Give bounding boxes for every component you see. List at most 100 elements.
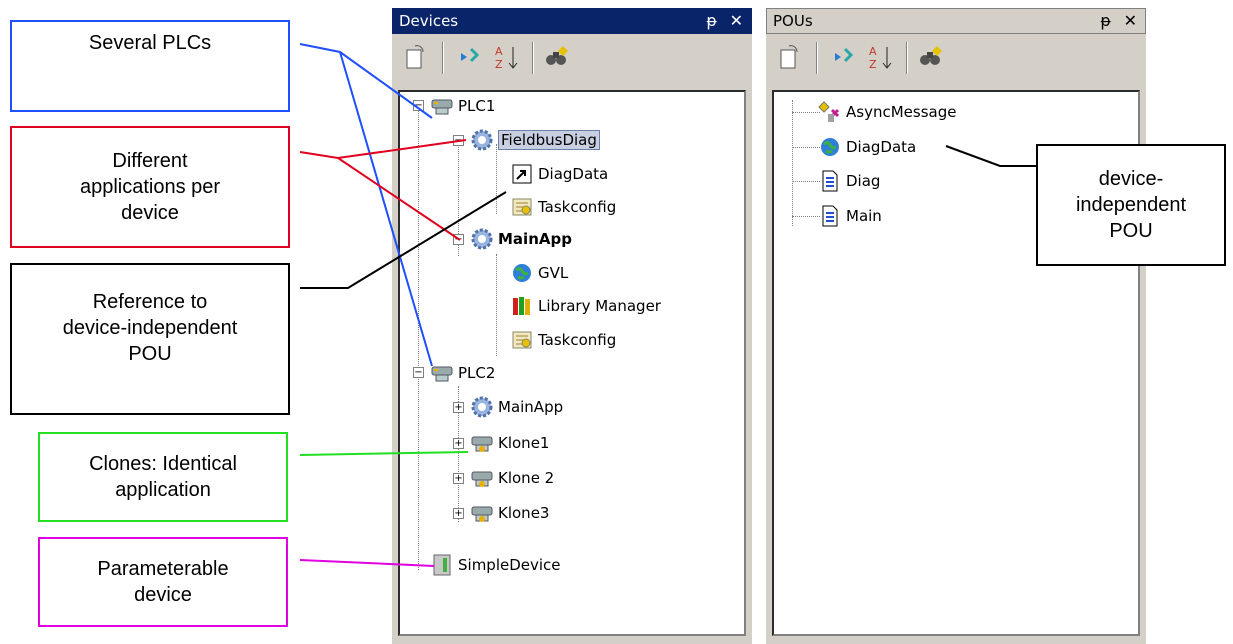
toolbar-separator — [442, 42, 444, 74]
devices-titlebar[interactable]: Devices ᵽ ✕ — [392, 8, 752, 34]
tree-node-label: MainApp — [498, 230, 572, 248]
tree-node-asyncmessage[interactable]: AsyncMessage — [818, 99, 956, 125]
callout-device-independent-pou: device- independent POU — [1036, 144, 1226, 266]
plc-clone-icon — [470, 466, 494, 490]
devices-title: Devices — [399, 12, 459, 30]
new-object-icon — [406, 45, 424, 69]
callout-parameterable-device-text: Parameterable device — [97, 558, 229, 606]
callout-clones-text: Clones: Identical application — [89, 453, 237, 501]
tree-node-mainapp-1[interactable]: MainApp — [470, 226, 572, 252]
collapse-mainapp[interactable]: − — [453, 234, 464, 245]
taskconfig-icon — [510, 195, 534, 219]
pin-icon[interactable]: ᵽ — [1100, 11, 1111, 30]
application-gear-icon — [470, 128, 494, 152]
devices-panel: Devices ᵽ ✕ AZ − PLC1 − FieldbusDiag Dia… — [392, 8, 752, 644]
find-button[interactable] — [916, 42, 946, 72]
find-button[interactable] — [542, 42, 572, 72]
tree-node-klone2[interactable]: Klone 2 — [470, 465, 554, 491]
tree-node-label: GVL — [538, 264, 569, 282]
tree-node-klone3[interactable]: Klone3 — [470, 500, 549, 526]
collapse-plc1[interactable]: − — [413, 100, 424, 111]
sort-az-icon: AZ — [869, 45, 892, 71]
tree-line — [496, 144, 497, 214]
collapse-plc2[interactable]: − — [413, 367, 424, 378]
async-message-icon — [818, 100, 842, 124]
callout-reference-pou: Reference to device-independent POU — [10, 263, 290, 415]
tree-node-label: Diag — [846, 172, 881, 190]
tree-node-label: PLC1 — [458, 97, 496, 115]
tree-node-gvl[interactable]: GVL — [510, 260, 568, 286]
tree-node-plc1[interactable]: PLC1 — [430, 93, 495, 119]
pous-toolbar: AZ — [766, 34, 1146, 90]
tree-line — [418, 106, 419, 570]
sort-az-button[interactable]: AZ — [866, 42, 896, 72]
callout-several-plcs: Several PLCs — [10, 20, 290, 112]
callout-several-plcs-text: Several PLCs — [88, 32, 212, 54]
tree-line — [496, 254, 497, 356]
document-icon — [818, 204, 842, 228]
tree-node-label: Klone3 — [498, 504, 550, 522]
close-icon[interactable]: ✕ — [1124, 11, 1137, 30]
expand-collapse-button[interactable] — [454, 42, 484, 72]
callout-reference-pou-text: Reference to device-independent POU — [62, 291, 238, 365]
pin-icon[interactable]: ᵽ — [706, 11, 717, 30]
tree-node-diagdata[interactable]: DiagData — [818, 134, 916, 160]
callout-different-applications-text: Different applications per device — [79, 150, 221, 224]
plc-icon — [430, 361, 454, 385]
new-object-button[interactable] — [400, 42, 430, 72]
sort-az-button[interactable]: AZ — [492, 42, 522, 72]
tree-node-taskconfig-2[interactable]: Taskconfig — [510, 327, 616, 353]
close-icon[interactable]: ✕ — [730, 11, 743, 30]
collapse-fieldbusdiag[interactable]: − — [453, 135, 464, 146]
sort-az-icon: AZ — [495, 45, 518, 71]
tree-node-label: Klone 2 — [498, 469, 555, 487]
tree-node-label: AsyncMessage — [846, 103, 957, 121]
tree-node-simpledevice[interactable]: SimpleDevice — [430, 552, 561, 578]
pous-panel: POUs ᵽ ✕ AZ AsyncMessage DiagData Diag M… — [766, 8, 1146, 644]
expand-collapse-button[interactable] — [828, 42, 858, 72]
expand-arrows-icon — [461, 47, 480, 63]
tree-node-label: SimpleDevice — [458, 556, 561, 574]
library-books-icon — [510, 294, 534, 318]
devices-toolbar: AZ — [392, 34, 752, 90]
tree-node-label: Taskconfig — [538, 331, 617, 349]
binoculars-icon — [546, 46, 568, 65]
expand-klone2[interactable]: + — [453, 473, 464, 484]
tree-node-diag[interactable]: Diag — [818, 168, 880, 194]
tree-node-diagdata-reference[interactable]: DiagData — [510, 161, 608, 187]
tree-node-label: Main — [846, 207, 882, 225]
tree-node-label: Klone1 — [498, 434, 550, 452]
tree-node-label: PLC2 — [458, 364, 496, 382]
tree-node-label: FieldbusDiag — [498, 130, 600, 150]
tree-node-label: Taskconfig — [538, 198, 617, 216]
toolbar-separator — [532, 42, 534, 74]
tree-node-library-manager[interactable]: Library Manager — [510, 293, 661, 319]
expand-klone3[interactable]: + — [453, 508, 464, 519]
expand-mainapp-2[interactable]: + — [453, 402, 464, 413]
tree-node-mainapp-2[interactable]: MainApp — [470, 394, 563, 420]
svg-text:Z: Z — [869, 58, 877, 71]
svg-text:A: A — [869, 45, 877, 58]
tree-node-label: Library Manager — [538, 297, 661, 315]
tree-node-taskconfig-1[interactable]: Taskconfig — [510, 194, 616, 220]
pous-titlebar[interactable]: POUs ᵽ ✕ — [766, 8, 1146, 34]
tree-node-fieldbusdiag[interactable]: FieldbusDiag — [470, 127, 600, 153]
devices-tree: − PLC1 − FieldbusDiag DiagData Taskconfi… — [398, 90, 746, 636]
new-object-button[interactable] — [774, 42, 804, 72]
tree-node-klone1[interactable]: Klone1 — [470, 430, 549, 456]
callout-device-independent-pou-text: device- independent POU — [1075, 168, 1187, 242]
svg-text:A: A — [495, 45, 503, 58]
callout-different-applications: Different applications per device — [10, 126, 290, 248]
application-gear-icon — [470, 227, 494, 251]
tree-node-label: MainApp — [498, 398, 564, 416]
svg-text:Z: Z — [495, 58, 503, 71]
tree-line — [792, 181, 820, 182]
callout-parameterable-device: Parameterable device — [38, 537, 288, 627]
pous-title: POUs — [773, 12, 813, 30]
tree-node-plc2[interactable]: PLC2 — [430, 360, 495, 386]
tree-node-label: DiagData — [846, 138, 917, 156]
expand-klone1[interactable]: + — [453, 438, 464, 449]
shortcut-arrow-icon — [510, 162, 534, 186]
tree-node-main[interactable]: Main — [818, 203, 882, 229]
globe-icon — [510, 261, 534, 285]
